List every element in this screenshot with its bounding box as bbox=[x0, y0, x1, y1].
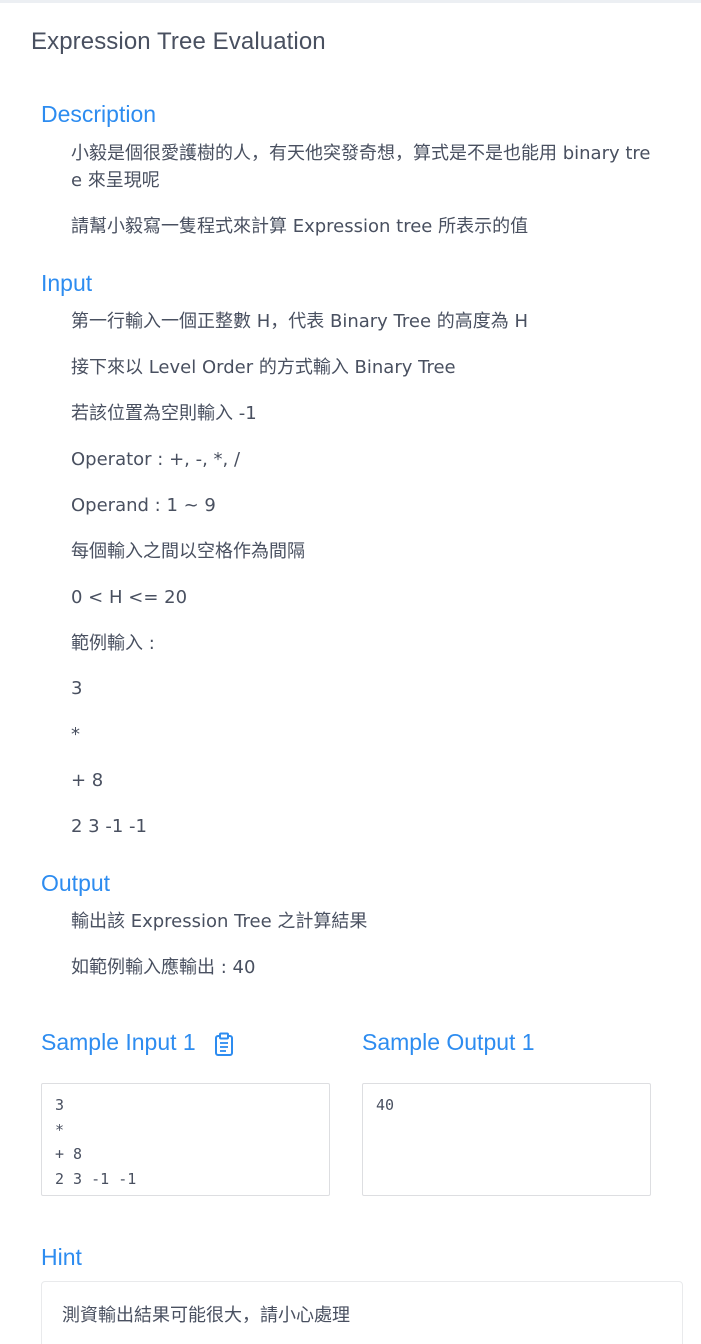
description-heading: Description bbox=[41, 101, 157, 127]
input-paragraph: Operator : +, -, *, / bbox=[71, 449, 241, 470]
sample-input-box[interactable]: 3 * + 8 2 3 -1 -1 bbox=[41, 1083, 330, 1196]
input-paragraph: Operand : 1 ~ 9 bbox=[71, 495, 216, 516]
hint-box: 測資輸出結果可能很大，請小心處理 bbox=[41, 1281, 683, 1344]
sample-input-heading: Sample Input 1 bbox=[41, 1029, 196, 1055]
input-paragraph: 每個輸入之間以空格作為間隔 bbox=[71, 541, 305, 562]
output-paragraph: 輸出該 Expression Tree 之計算結果 bbox=[71, 911, 368, 932]
description-paragraph: 小毅是個很愛護樹的人，有天他突發奇想，算式是不是也能用 binary tree … bbox=[71, 143, 651, 191]
input-paragraph: 2 3 -1 -1 bbox=[71, 816, 147, 837]
input-paragraph: 3 bbox=[71, 678, 83, 699]
input-paragraph: 接下來以 Level Order 的方式輸入 Binary Tree bbox=[71, 357, 456, 378]
sample-output-heading: Sample Output 1 bbox=[362, 1029, 535, 1055]
output-paragraph: 如範例輸入應輸出 : 40 bbox=[71, 957, 256, 978]
output-heading: Output bbox=[41, 870, 111, 896]
description-paragraph: 請幫小毅寫一隻程式來計算 Expression tree 所表示的值 bbox=[71, 216, 529, 237]
hint-text: 測資輸出結果可能很大，請小心處理 bbox=[62, 1305, 350, 1326]
input-paragraph: 0 < H <= 20 bbox=[71, 587, 188, 608]
clipboard-icon[interactable] bbox=[213, 1032, 235, 1056]
input-paragraph: 若該位置為空則輸入 -1 bbox=[71, 403, 257, 424]
hint-heading: Hint bbox=[41, 1244, 82, 1270]
input-paragraph: + 8 bbox=[71, 770, 104, 791]
input-paragraph: 第一行輸入一個正整數 H，代表 Binary Tree 的高度為 H bbox=[71, 311, 529, 332]
input-paragraph: 範例輸入 : bbox=[71, 633, 155, 654]
input-paragraph: * bbox=[71, 724, 80, 745]
page-title: Expression Tree Evaluation bbox=[31, 28, 326, 55]
top-border bbox=[0, 0, 701, 3]
input-heading: Input bbox=[41, 270, 93, 296]
sample-output-box[interactable]: 40 bbox=[362, 1083, 651, 1196]
